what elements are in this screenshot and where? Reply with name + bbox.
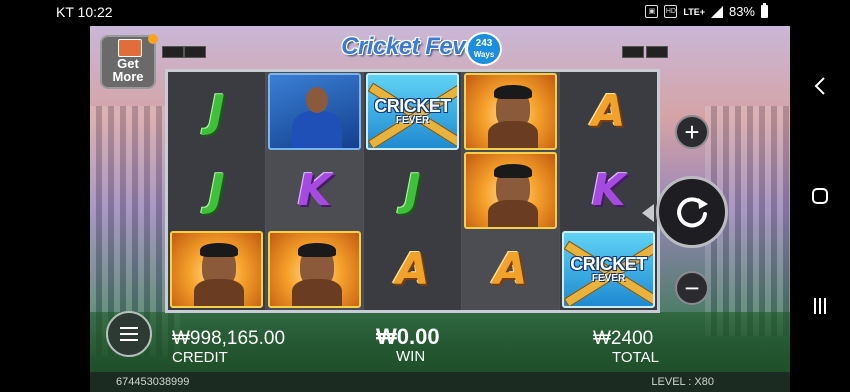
- notification-dot: [148, 34, 158, 44]
- menu-line: [120, 339, 138, 341]
- spin-button[interactable]: [656, 176, 728, 248]
- reel-column: A K CRICKET FEVER: [560, 72, 657, 310]
- recents-icon[interactable]: [804, 290, 836, 322]
- floodlight-icon: [622, 46, 644, 58]
- floodlight-icon: [162, 46, 184, 58]
- symbol-player: [464, 73, 557, 150]
- back-icon[interactable]: [804, 70, 836, 102]
- reel-cell: J: [168, 72, 265, 151]
- get-more-label: Get More: [112, 56, 144, 84]
- game-title: Cricket Fever: [341, 33, 487, 60]
- gift-icon: [118, 39, 142, 57]
- symbol-a: A: [395, 244, 430, 295]
- system-nav-bar: [790, 0, 850, 392]
- scatter-text: CRICKET: [570, 254, 647, 274]
- spin-arrow-icon: [642, 204, 654, 222]
- ways-number: 243: [475, 38, 493, 49]
- symbol-k: K: [591, 165, 626, 216]
- symbol-player: [268, 231, 361, 308]
- credit-label: CREDIT: [172, 349, 228, 366]
- reel-cell: A: [560, 72, 657, 151]
- reel-cell: [266, 230, 363, 309]
- bet-level: LEVEL : X80: [651, 376, 714, 388]
- symbol-player: [170, 231, 263, 308]
- symbol-j: J: [404, 165, 421, 216]
- floodlight-icon: [646, 46, 668, 58]
- total-bet-value: ₩2400: [593, 328, 654, 349]
- reels-grid: J J K CRICKET FEVER J A A A K CRICKET FEVER: [165, 69, 660, 313]
- reel-cell: [462, 72, 559, 151]
- reel-cell: K: [266, 151, 363, 230]
- symbol-scatter: CRICKET FEVER: [366, 73, 459, 150]
- symbol-j: J: [208, 165, 225, 216]
- win-value: ₩0.00: [376, 324, 440, 349]
- footer-bar: 674453038999 LEVEL : X80: [90, 372, 790, 392]
- scatter-subtext: FEVER: [591, 273, 626, 284]
- get-more-button[interactable]: Get More: [100, 34, 158, 89]
- menu-line: [120, 333, 138, 335]
- network-type: LTE+: [683, 6, 705, 17]
- status-icons: ▣ HD LTE+ 83%: [645, 3, 768, 19]
- floodlight-icon: [184, 46, 206, 58]
- symbol-scatter: CRICKET FEVER: [562, 231, 655, 308]
- reel-cell: CRICKET FEVER: [560, 230, 657, 309]
- scatter-subtext: FEVER: [395, 115, 430, 126]
- win-label: WIN: [396, 348, 426, 365]
- status-bar: KT 10:22 ▣ HD LTE+ 83%: [0, 0, 790, 26]
- credit-value: ₩998,165.00: [172, 328, 286, 349]
- scatter-text: CRICKET: [374, 96, 451, 116]
- home-icon[interactable]: [804, 180, 836, 212]
- menu-line: [120, 327, 138, 329]
- reel-column: A: [462, 72, 559, 310]
- symbol-a: A: [591, 86, 626, 137]
- reel-cell: [168, 230, 265, 309]
- plus-icon: +: [684, 116, 700, 147]
- symbol-a: A: [493, 244, 528, 295]
- reel-cell: J: [364, 151, 461, 230]
- battery-icon: [761, 3, 768, 18]
- reel-column: CRICKET FEVER J A: [364, 72, 461, 310]
- symbol-j: J: [208, 86, 225, 137]
- reel-cell: [266, 72, 363, 151]
- reel-cell: A: [364, 230, 461, 309]
- symbol-k: K: [297, 165, 332, 216]
- reel-column: JJ: [168, 72, 265, 310]
- reel-cell: [462, 151, 559, 230]
- reel-cell: J: [168, 151, 265, 230]
- game-area: Cricket Fever 243 Ways Get More J J K CRICK…: [90, 26, 790, 392]
- reel-column: K: [266, 72, 363, 310]
- signal-icon: [710, 5, 723, 18]
- sim-icon: ▣: [645, 5, 659, 18]
- bet-decrease-button[interactable]: −: [675, 271, 709, 305]
- carrier-time: KT 10:22: [56, 4, 113, 20]
- total-bet-label: TOTAL: [612, 349, 659, 366]
- refresh-icon: [677, 197, 708, 228]
- game-logo: Cricket Fever 243 Ways: [328, 28, 502, 66]
- reel-cell: A: [462, 230, 559, 309]
- minus-icon: −: [684, 272, 700, 303]
- session-id: 674453038999: [116, 376, 190, 388]
- symbol-player: [464, 152, 557, 229]
- reel-cell: CRICKET FEVER: [364, 72, 461, 151]
- hd-icon: HD: [664, 5, 678, 18]
- ways-badge: 243 Ways: [466, 32, 502, 66]
- ways-label: Ways: [473, 50, 495, 59]
- symbol-batter: [268, 73, 361, 150]
- menu-button[interactable]: [106, 311, 152, 357]
- bet-increase-button[interactable]: +: [675, 115, 709, 149]
- battery-percent: 83%: [728, 4, 755, 19]
